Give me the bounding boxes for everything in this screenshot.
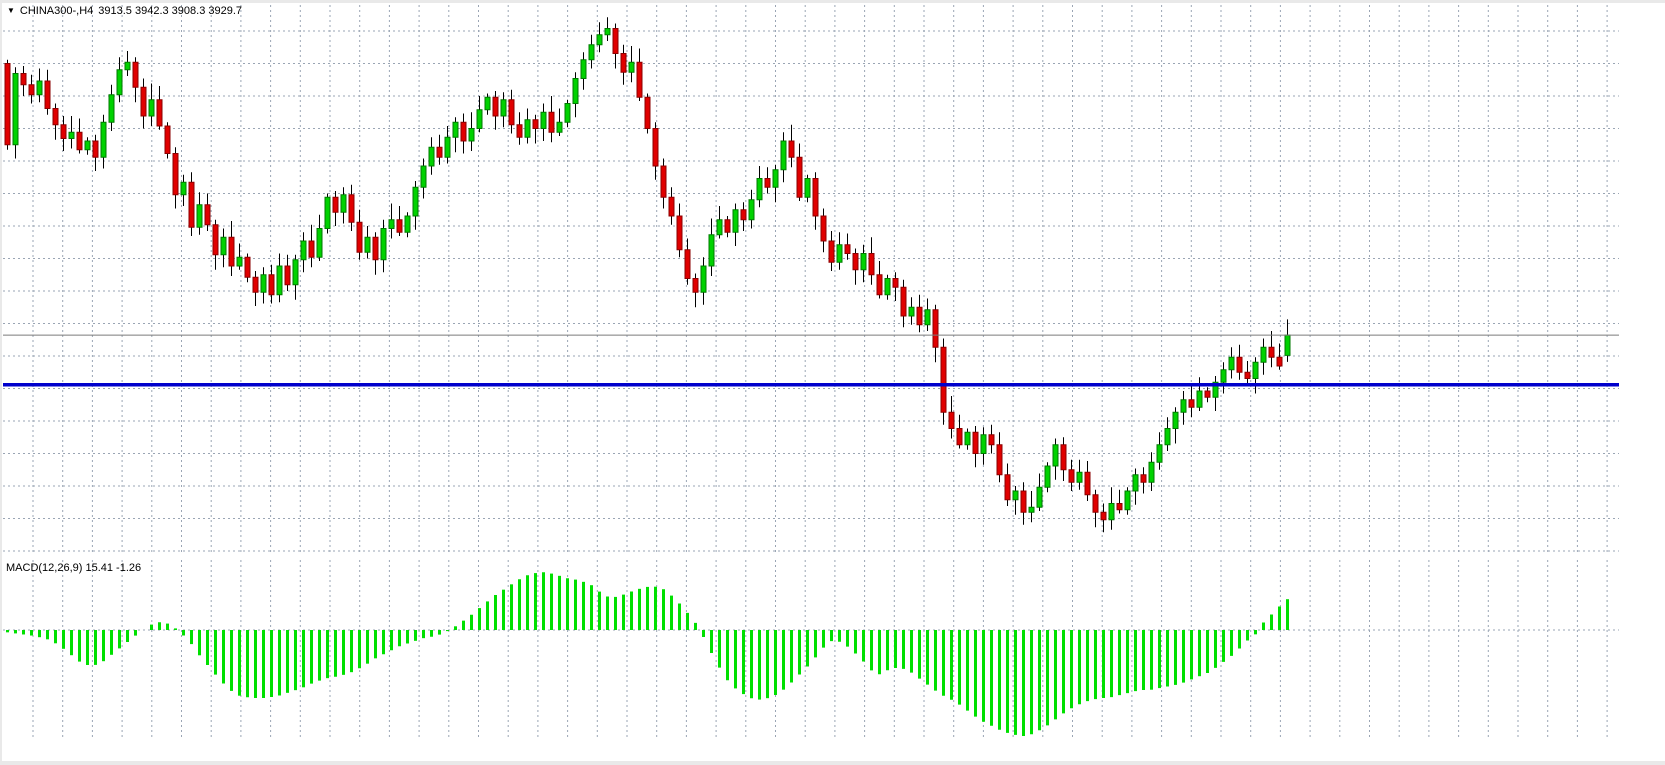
symbol-label: ▼ CHINA300-,H4 3913.5 3942.3 3908.3 3929… [7, 5, 242, 17]
symbol-ohlc-values: 3913.5 3942.3 3908.3 3929.7 [98, 5, 242, 17]
trading-chart-window: ▼ CHINA300-,H4 3913.5 3942.3 3908.3 3929… [0, 0, 1665, 765]
window-edge-bottom [0, 761, 1665, 765]
macd-layer [6, 572, 1289, 736]
symbol-title: CHINA300-,H4 [20, 5, 93, 17]
chart-canvas[interactable] [0, 0, 1665, 765]
candles-layer [5, 17, 1290, 532]
grid-layer [3, 5, 1619, 740]
window-edge-left [0, 0, 2, 765]
window-edge-top [0, 0, 1665, 3]
symbol-dropdown-icon[interactable]: ▼ [7, 6, 15, 16]
macd-indicator-label: MACD(12,26,9) 15.41 -1.26 [6, 562, 141, 574]
